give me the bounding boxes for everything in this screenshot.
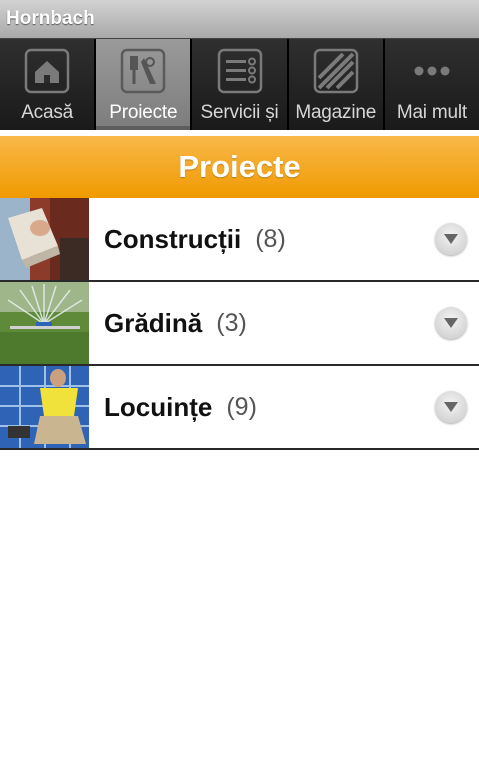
tab-magazine[interactable]: Magazine (288, 39, 385, 130)
category-name: Grădină (104, 307, 203, 338)
category-count: (9) (226, 392, 257, 421)
category-name: Construcții (104, 223, 242, 254)
more-icon (409, 48, 455, 94)
locuinte-thumbnail (0, 366, 89, 448)
tab-acasa[interactable]: Acasă (0, 39, 97, 130)
home-icon (24, 48, 70, 94)
category-count: (3) (216, 308, 247, 337)
app-title-bar: Hornbach (0, 0, 479, 38)
page-title: Proiecte (178, 149, 301, 184)
tab-proiecte[interactable]: Proiecte (96, 39, 193, 130)
category-name: Locuințe (104, 391, 213, 422)
category-count: (8) (255, 224, 286, 253)
app-title: Hornbach (6, 8, 95, 29)
list-item-locuinte[interactable]: Locuințe (9) (0, 366, 479, 450)
constructii-thumbnail (0, 198, 89, 280)
tools-icon (120, 48, 166, 94)
tab-label: Magazine (295, 102, 377, 123)
gradina-thumbnail (0, 282, 89, 364)
page-header: Proiecte (0, 136, 479, 198)
list-item-constructii[interactable]: Construcții (8) (0, 198, 479, 282)
tab-mai-mult[interactable]: Mai mult (384, 39, 479, 130)
chevron-down-icon[interactable] (435, 307, 467, 339)
tab-servicii[interactable]: Servicii și (192, 39, 289, 130)
list-icon (217, 48, 263, 94)
chevron-down-icon[interactable] (435, 391, 467, 423)
stripes-icon (313, 48, 359, 94)
tab-label: Servicii și (200, 102, 279, 123)
list-item-gradina[interactable]: Grădină (3) (0, 282, 479, 366)
tab-label: Acasă (21, 102, 73, 123)
tab-bar: Acasă Proiecte Servicii și Magazine Mai … (0, 38, 479, 130)
tab-label: Proiecte (109, 102, 178, 123)
tab-label: Mai mult (396, 102, 468, 123)
category-list: Construcții (8) Grădină (3) Locuințe (9) (0, 198, 479, 450)
chevron-down-icon[interactable] (435, 223, 467, 255)
